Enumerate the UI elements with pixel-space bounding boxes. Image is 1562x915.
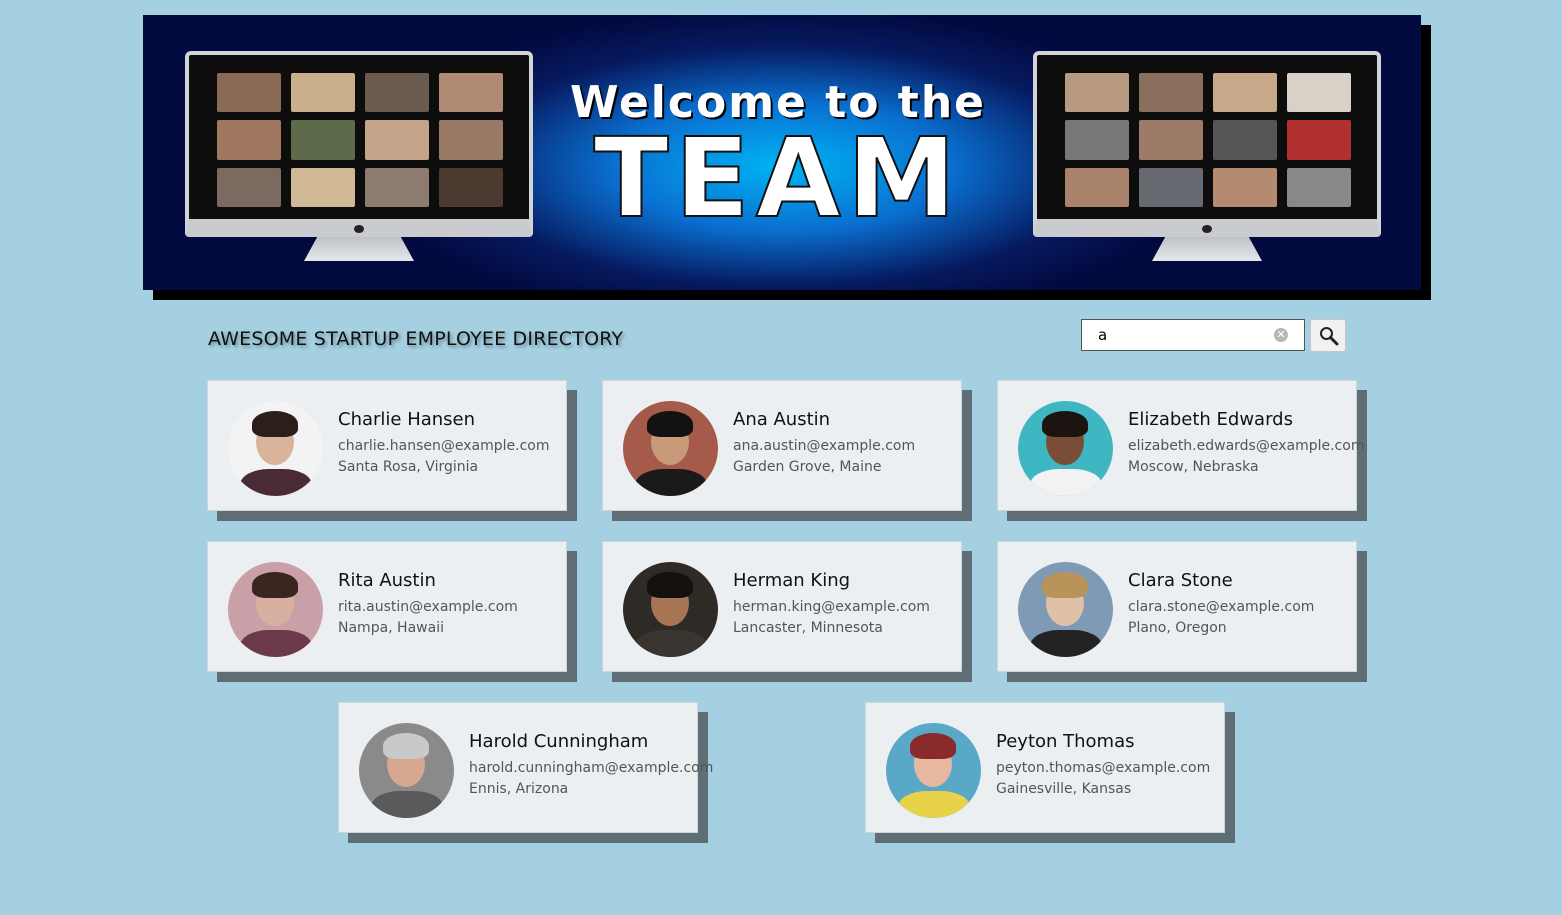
employee-email: peyton.thomas@example.com bbox=[996, 760, 1211, 776]
employee-email: charlie.hansen@example.com bbox=[338, 438, 550, 454]
employee-name: Ana Austin bbox=[733, 409, 831, 430]
clear-circle-icon[interactable]: ✕ bbox=[1274, 328, 1288, 342]
employee-email: rita.austin@example.com bbox=[338, 599, 518, 615]
avatar bbox=[1018, 401, 1113, 496]
employee-email: ana.austin@example.com bbox=[733, 438, 916, 454]
avatar bbox=[1018, 562, 1113, 657]
search-input[interactable] bbox=[1082, 320, 1288, 350]
employee-card[interactable]: Peyton Thomas peyton.thomas@example.com … bbox=[865, 702, 1225, 833]
search-button[interactable] bbox=[1310, 319, 1346, 352]
employee-name: Peyton Thomas bbox=[996, 731, 1135, 752]
employee-location: Santa Rosa, Virginia bbox=[338, 459, 479, 475]
monitor-left-image bbox=[185, 51, 533, 261]
avatar bbox=[228, 401, 323, 496]
employee-location: Moscow, Nebraska bbox=[1128, 459, 1259, 475]
employee-card[interactable]: Elizabeth Edwards elizabeth.edwards@exam… bbox=[997, 380, 1364, 511]
employee-location: Gainesville, Kansas bbox=[996, 781, 1132, 797]
employee-name: Elizabeth Edwards bbox=[1128, 409, 1293, 430]
banner-title-line2: TEAM bbox=[593, 114, 963, 242]
employee-card[interactable]: Rita Austin rita.austin@example.com Namp… bbox=[207, 541, 567, 672]
employee-name: Herman King bbox=[733, 570, 851, 591]
employee-email: clara.stone@example.com bbox=[1128, 599, 1315, 615]
search-box: ✕ bbox=[1081, 319, 1305, 351]
employee-name: Harold Cunningham bbox=[469, 731, 649, 752]
employee-location: Ennis, Arizona bbox=[469, 781, 569, 797]
page-title: AWESOME STARTUP EMPLOYEE DIRECTORY bbox=[208, 328, 624, 350]
search-icon bbox=[1320, 327, 1339, 346]
employee-location: Garden Grove, Maine bbox=[733, 459, 882, 475]
avatar bbox=[359, 723, 454, 818]
employee-card[interactable]: Herman King herman.king@example.com Lanc… bbox=[602, 541, 962, 672]
employee-location: Plano, Oregon bbox=[1128, 620, 1227, 636]
employee-card[interactable]: Charlie Hansen charlie.hansen@example.co… bbox=[207, 380, 567, 511]
employee-email: herman.king@example.com bbox=[733, 599, 930, 615]
employee-name: Charlie Hansen bbox=[338, 409, 476, 430]
avatar bbox=[228, 562, 323, 657]
employee-email: harold.cunningham@example.com bbox=[469, 760, 714, 776]
employee-name: Rita Austin bbox=[338, 570, 436, 591]
monitor-right-image bbox=[1033, 51, 1381, 261]
employee-name: Clara Stone bbox=[1128, 570, 1233, 591]
employee-card[interactable]: Ana Austin ana.austin@example.com Garden… bbox=[602, 380, 962, 511]
employee-location: Lancaster, Minnesota bbox=[733, 620, 883, 636]
employee-email: elizabeth.edwards@example.com bbox=[1128, 438, 1365, 454]
avatar bbox=[886, 723, 981, 818]
employee-card[interactable]: Harold Cunningham harold.cunningham@exam… bbox=[338, 702, 713, 833]
avatar bbox=[623, 401, 718, 496]
employee-card[interactable]: Clara Stone clara.stone@example.com Plan… bbox=[997, 541, 1357, 672]
employee-location: Nampa, Hawaii bbox=[338, 620, 444, 636]
welcome-banner: Welcome to the TEAM bbox=[143, 15, 1421, 290]
avatar bbox=[623, 562, 718, 657]
